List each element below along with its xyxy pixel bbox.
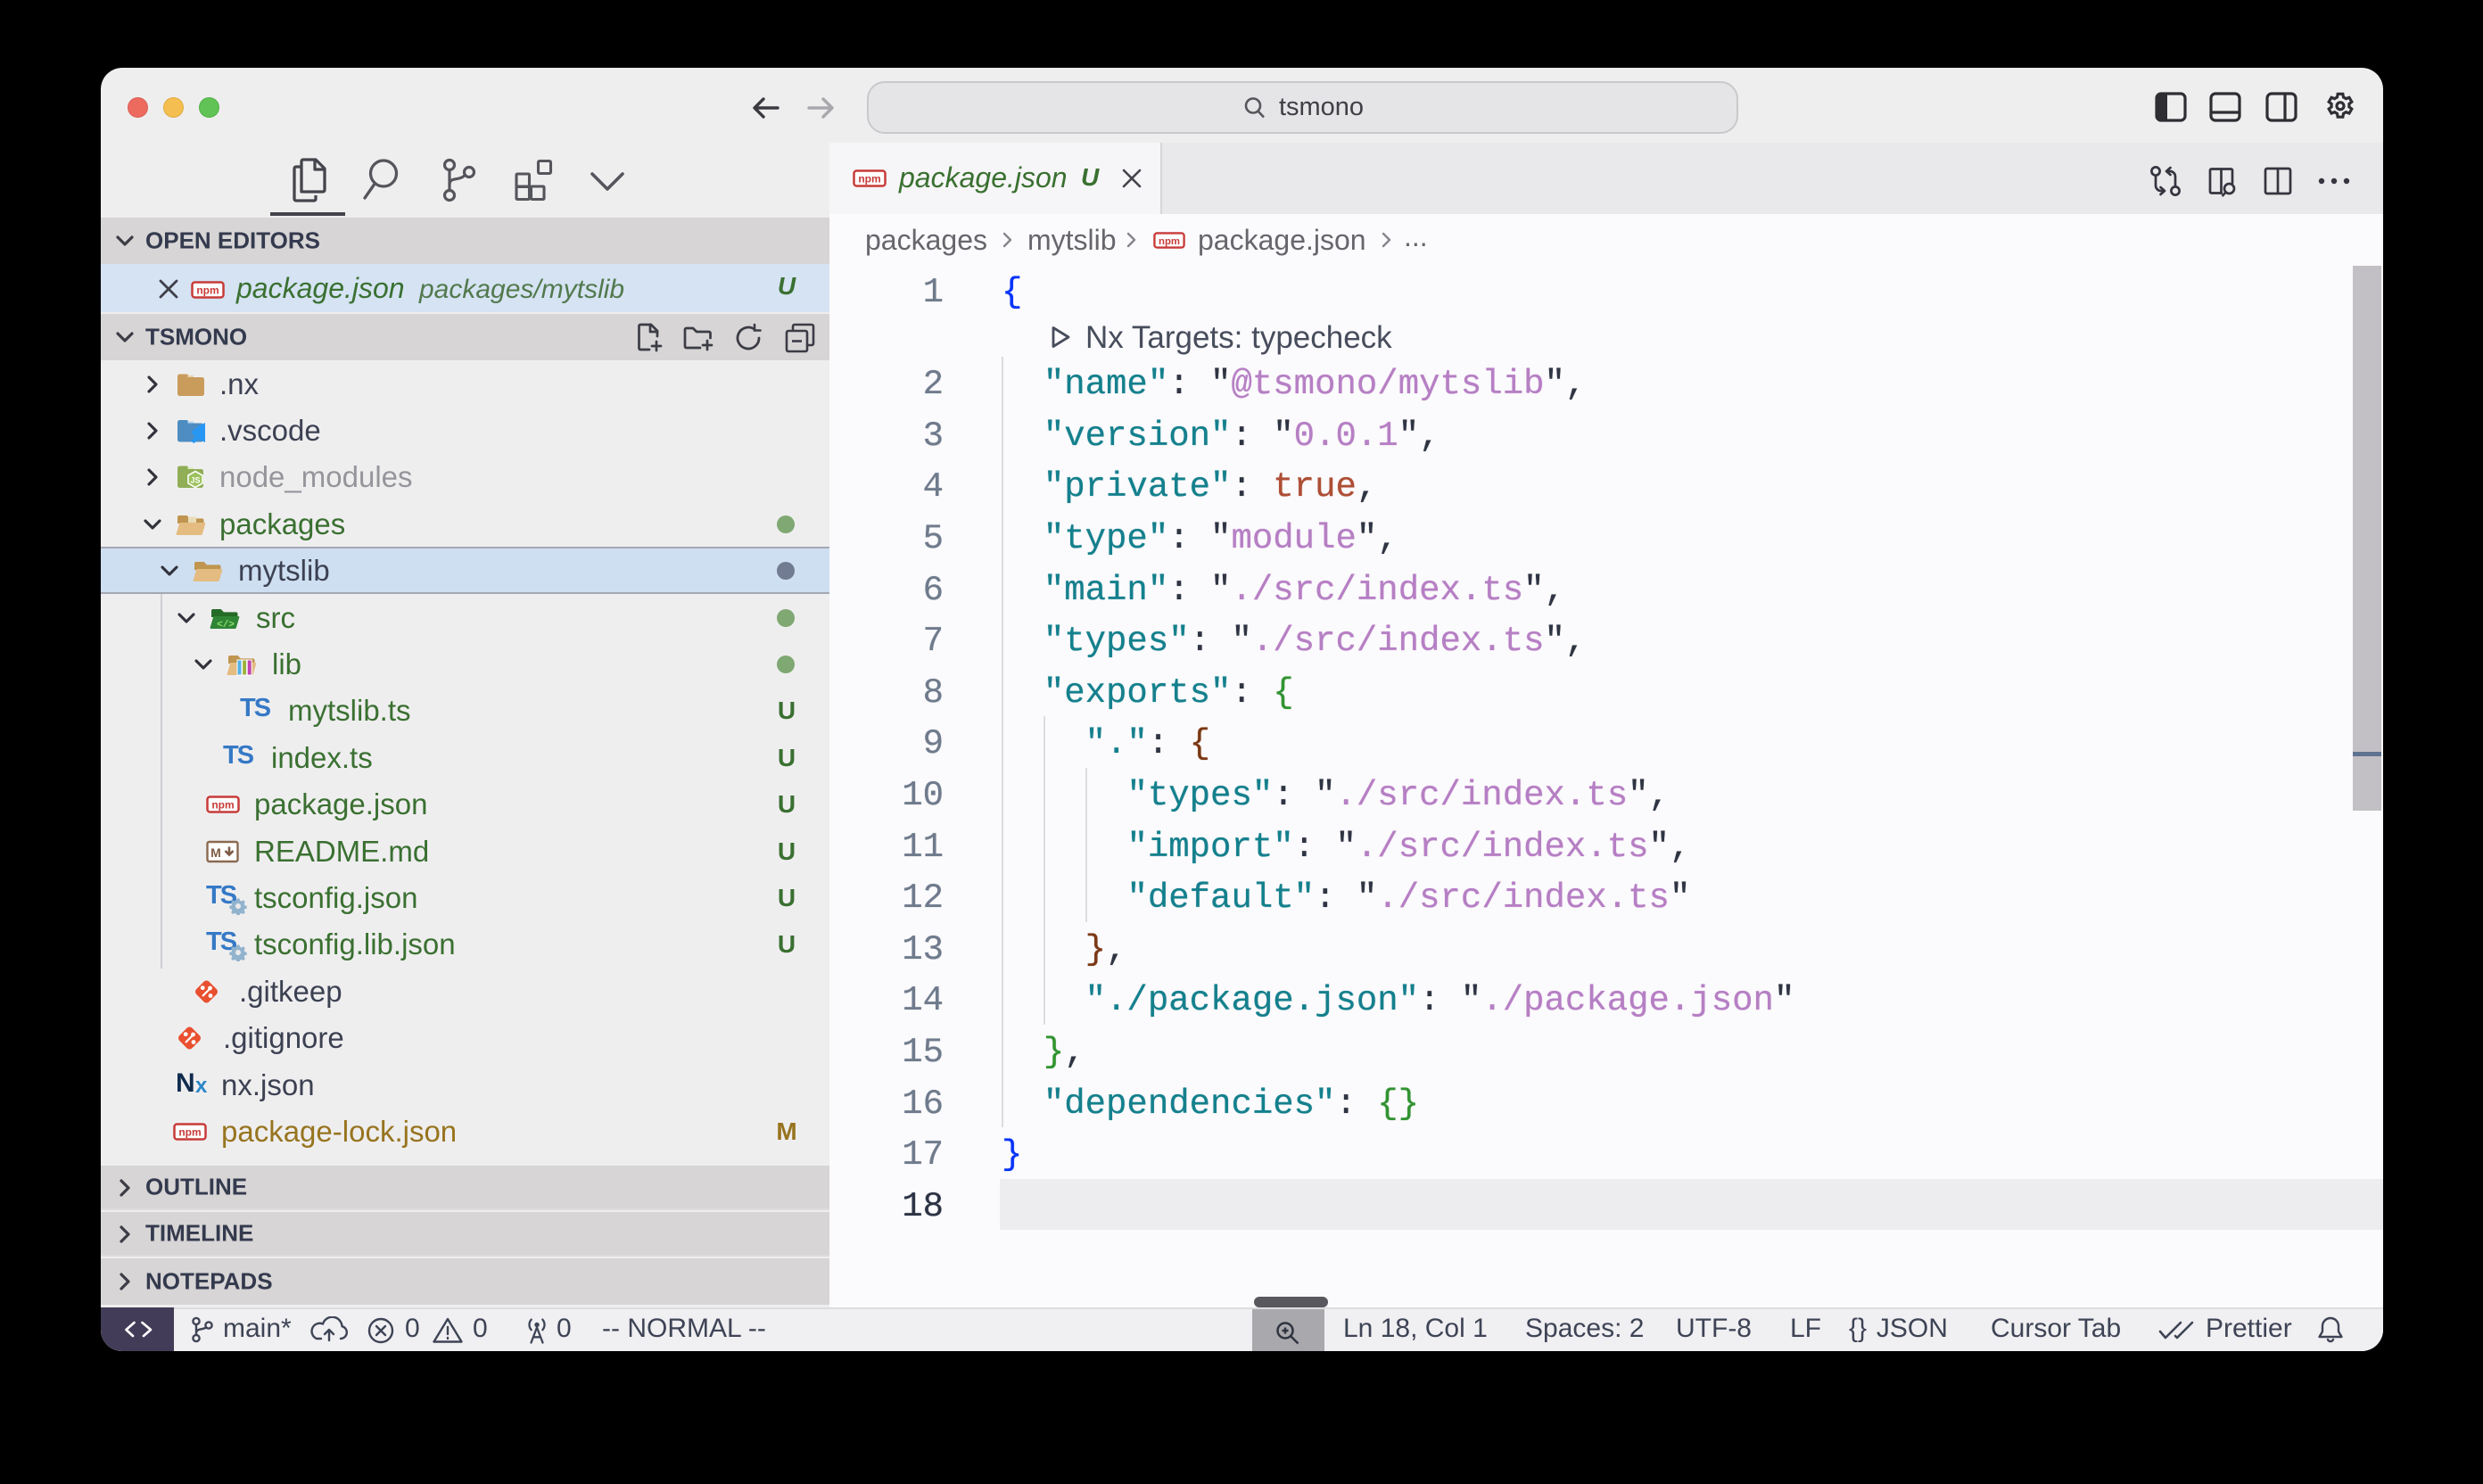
svg-text:npm: npm xyxy=(196,284,219,297)
svg-text:npm: npm xyxy=(211,798,234,811)
svg-text:npm: npm xyxy=(1159,236,1180,247)
svg-text:JS: JS xyxy=(190,475,200,484)
svg-text:M: M xyxy=(210,845,221,860)
svg-text:</>: </> xyxy=(217,620,235,631)
svg-text:npm: npm xyxy=(178,1125,201,1138)
svg-text:npm: npm xyxy=(858,173,880,186)
